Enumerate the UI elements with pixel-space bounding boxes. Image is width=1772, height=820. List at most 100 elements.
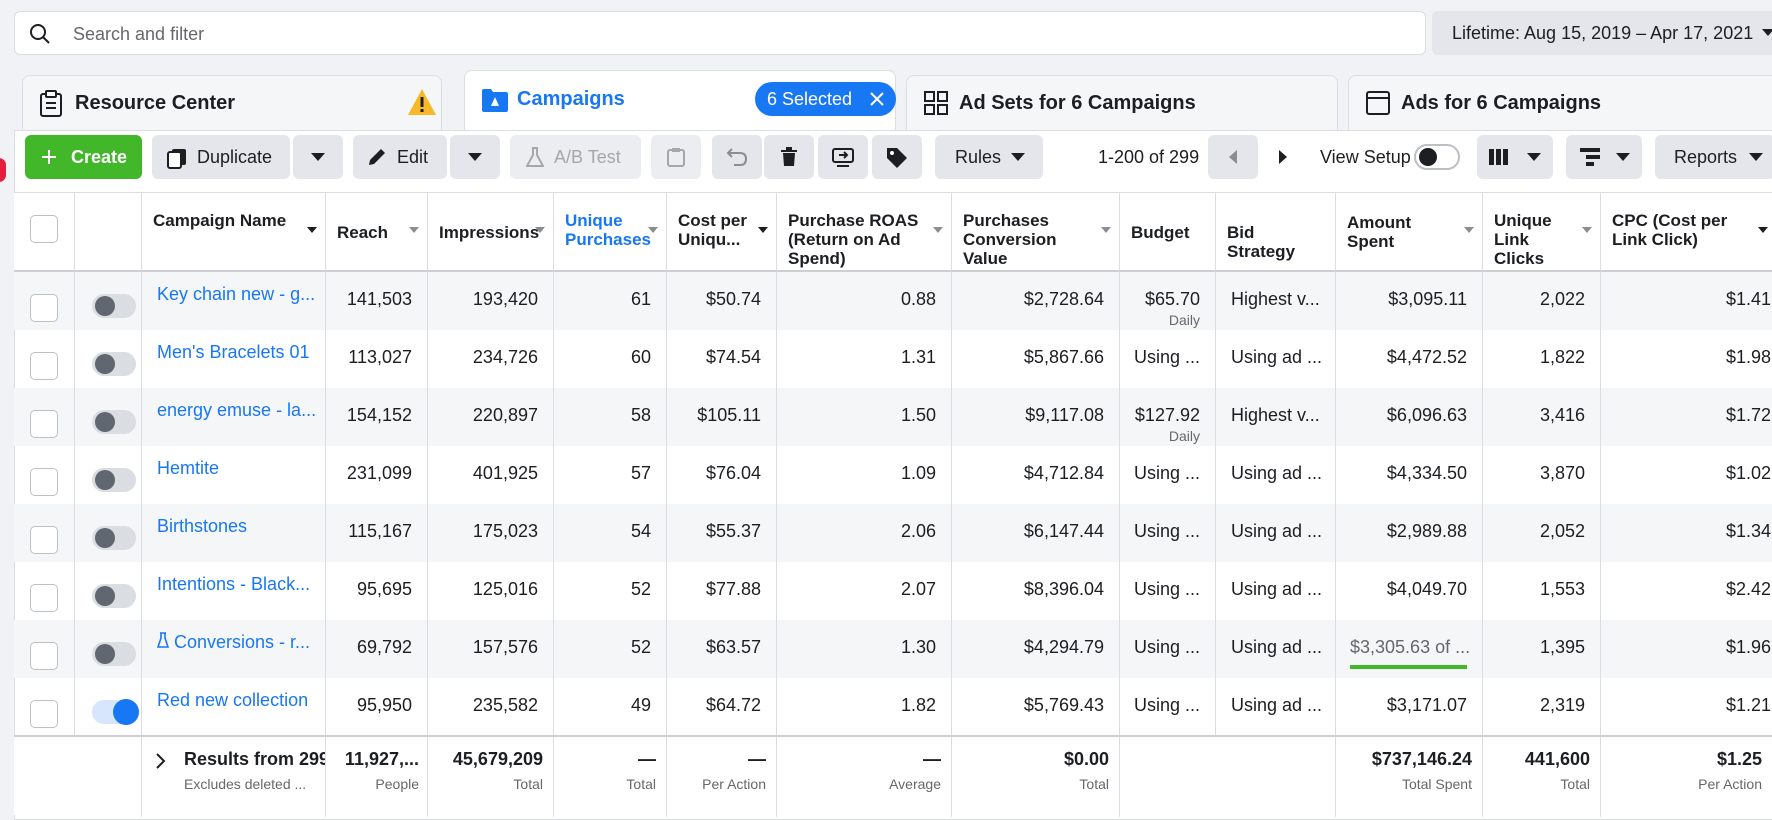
create-button[interactable]: Create (25, 135, 142, 179)
cell-value: Using ... (1133, 347, 1200, 367)
edit-button[interactable]: Edit (353, 135, 447, 179)
footer-spacer (14, 737, 142, 817)
campaign-toggle[interactable] (92, 468, 136, 492)
tab-campaigns[interactable]: Campaigns 6 Selected (464, 70, 897, 132)
edit-dropdown-button[interactable] (450, 135, 500, 179)
cell-name[interactable]: Hemtite (142, 446, 326, 504)
cell-value: 1,822 (1539, 347, 1585, 367)
table-row[interactable]: Key chain new - g... 141,503 193,420 61 $50.… (14, 272, 1772, 330)
columns-icon (1489, 149, 1508, 165)
cell-reach: 95,695 (326, 562, 428, 620)
col-unique-purchases[interactable]: Unique Purchases (554, 193, 667, 271)
cell-name[interactable]: Birthstones (142, 504, 326, 562)
clipboard-button[interactable] (651, 135, 701, 179)
cell-value: 3,870 (1539, 463, 1585, 483)
reports-button[interactable]: Reports (1655, 135, 1772, 179)
rules-button[interactable]: Rules (935, 135, 1043, 179)
chevron-right-icon (1279, 150, 1287, 164)
table-row[interactable]: Intentions - Black... 95,695 125,016 52 $77.… (14, 562, 1772, 620)
row-checkbox[interactable] (30, 410, 58, 438)
table-row[interactable]: energy emuse - la... 154,152 220,897 58 $105… (14, 388, 1772, 446)
tag-button[interactable] (872, 135, 922, 179)
search-input[interactable] (71, 20, 1375, 48)
sort-icon (535, 227, 545, 233)
cell-value: $8,396.04 (1023, 579, 1104, 599)
row-checkbox[interactable] (30, 584, 58, 612)
col-unique-link-clicks[interactable]: Unique Link Clicks (1483, 193, 1601, 271)
columns-button[interactable] (1477, 135, 1553, 179)
row-checkbox[interactable] (30, 468, 58, 496)
row-checkbox[interactable] (30, 352, 58, 380)
campaign-name-link: Key chain new - g... (157, 284, 316, 304)
select-all-checkbox[interactable] (30, 215, 58, 243)
campaign-toggle[interactable] (92, 584, 136, 608)
date-range-picker[interactable]: Lifetime: Aug 15, 2019 – Apr 17, 2021 (1432, 11, 1772, 55)
campaign-toggle[interactable] (92, 352, 136, 376)
prev-page-button[interactable] (1208, 135, 1258, 179)
cell-budget: $65.70 Daily (1120, 272, 1216, 330)
col-cost-per-unique[interactable]: Cost per Uniqu... (667, 193, 777, 271)
clipboard-icon (667, 148, 685, 167)
tab-ads[interactable]: Ads for 6 Campaigns (1348, 75, 1772, 131)
compare-button[interactable] (818, 135, 868, 179)
col-bid-strategy[interactable]: Bid Strategy (1216, 193, 1336, 271)
cell-cv: $4,294.79 (952, 620, 1120, 678)
cell-roas: 0.88 (777, 272, 952, 330)
table-row[interactable]: Red new collection 95,950 235,582 49 $64.72 1… (14, 678, 1772, 736)
undo-button[interactable] (712, 135, 762, 179)
view-setup-toggle[interactable] (1414, 144, 1460, 170)
campaign-toggle[interactable] (92, 410, 136, 434)
col-cpc[interactable]: CPC (Cost per Link Click) (1601, 193, 1772, 271)
col-campaign-name[interactable]: Campaign Name (142, 193, 326, 271)
cell-cpc: $1.21 (1601, 678, 1772, 736)
cell-name[interactable]: Conversions - r... (142, 620, 326, 678)
tab-resource-center[interactable]: Resource Center (22, 75, 442, 131)
tab-ad-sets[interactable]: Ad Sets for 6 Campaigns (906, 75, 1338, 131)
cell-name[interactable]: Red new collection (142, 678, 326, 736)
campaign-toggle[interactable] (92, 699, 139, 725)
row-checkbox[interactable] (30, 526, 58, 554)
cell-name[interactable]: Intentions - Black... (142, 562, 326, 620)
delete-button[interactable] (764, 135, 814, 179)
duplicate-button[interactable]: Duplicate (152, 135, 290, 179)
breakdown-button[interactable] (1566, 135, 1642, 179)
selected-badge[interactable]: 6 Selected (755, 82, 897, 116)
table-row[interactable]: Hemtite 231,099 401,925 57 $76.04 1.09 $4,712.… (14, 446, 1772, 504)
cell-name[interactable]: Men's Bracelets 01 (142, 330, 326, 388)
campaign-toggle[interactable] (92, 642, 136, 666)
search-icon (30, 24, 50, 44)
cell-value: 1,553 (1539, 579, 1585, 599)
cell-cv: $5,769.43 (952, 678, 1120, 736)
col-reach[interactable]: Reach (326, 193, 428, 271)
col-purchase-roas[interactable]: Purchase ROAS (Return on Ad Spend) (777, 193, 952, 271)
cell-value: $105.11 (697, 405, 761, 425)
duplicate-dropdown-button[interactable] (293, 135, 343, 179)
close-icon[interactable] (870, 92, 884, 106)
campaign-toggle[interactable] (92, 526, 136, 550)
cell-name[interactable]: energy emuse - la... (142, 388, 326, 446)
row-checkbox[interactable] (30, 642, 58, 670)
next-page-button[interactable] (1258, 135, 1308, 179)
footer-results[interactable]: Results from 299 Excludes deleted ... (142, 737, 326, 817)
col-impressions[interactable]: Impressions (428, 193, 554, 271)
row-checkbox[interactable] (30, 294, 58, 322)
row-checkbox[interactable] (30, 700, 58, 728)
cell-value: $1.21 (1725, 695, 1771, 715)
cell-value: 52 (630, 637, 651, 657)
col-amount-spent[interactable]: Amount Spent (1336, 193, 1483, 271)
col-budget[interactable]: Budget (1120, 193, 1216, 271)
sort-icon (409, 227, 419, 233)
cell-cpc: $1.41 (1601, 272, 1772, 330)
cell-reach: 141,503 (326, 272, 428, 330)
cell-value: $2,728.64 (1023, 289, 1104, 309)
cell-name[interactable]: Key chain new - g... (142, 272, 326, 330)
table-row[interactable]: Men's Bracelets 01 113,027 234,726 60 $74.54… (14, 330, 1772, 388)
cell-reach: 69,792 (326, 620, 428, 678)
table-row[interactable]: Conversions - r... 69,792 157,576 52 $63.57 1… (14, 620, 1772, 678)
ab-test-button[interactable]: A/B Test (510, 135, 641, 179)
table-row[interactable]: Birthstones 115,167 175,023 54 $55.37 2.06 $6,… (14, 504, 1772, 562)
campaign-toggle[interactable] (92, 294, 136, 318)
footer-conversion-value: $0.00 Total (952, 737, 1120, 817)
cell-spent: $2,989.88 (1336, 504, 1483, 562)
col-conversion-value[interactable]: Purchases Conversion Value (952, 193, 1120, 271)
